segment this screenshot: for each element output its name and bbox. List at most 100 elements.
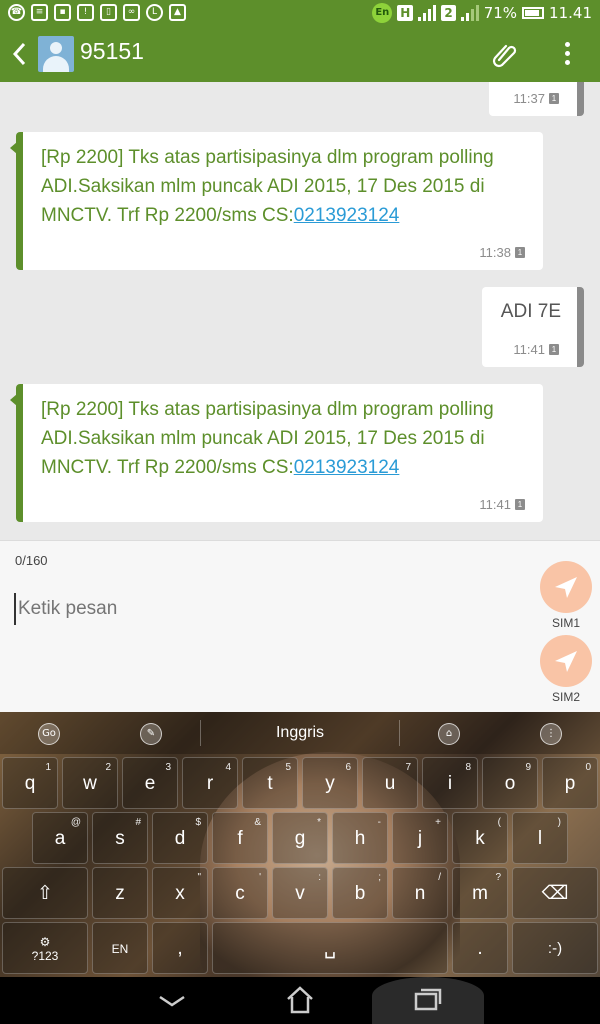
- sim1-icon: 1: [515, 247, 525, 258]
- key-a[interactable]: a @: [32, 812, 88, 864]
- key-hint: 6: [345, 762, 351, 773]
- phone-link[interactable]: 0213923124: [294, 457, 400, 478]
- send-icon: [555, 577, 577, 598]
- key-hint: ;: [378, 872, 381, 883]
- back-arrow-icon[interactable]: [10, 40, 30, 68]
- key-o[interactable]: o9: [482, 757, 538, 809]
- key-hint: *: [317, 817, 321, 828]
- file-icon: ▯: [100, 4, 117, 21]
- warning-icon: !: [77, 4, 94, 21]
- message-meta: 11:38 1: [479, 245, 525, 260]
- message-time: 11:38: [479, 245, 511, 260]
- key-hint: -: [377, 817, 381, 828]
- message-bubble-out[interactable]: 11:37 1: [489, 82, 584, 116]
- message-text: [Rp 2200] Tks atas partisipasinya dlm pr…: [41, 147, 494, 226]
- bbm-icon: ∞: [123, 4, 140, 21]
- contact-name[interactable]: 95151: [80, 38, 144, 65]
- key-v[interactable]: v:: [272, 867, 328, 919]
- key-hint: &: [254, 817, 261, 828]
- back-nav-icon[interactable]: [152, 985, 192, 1015]
- message-bubble-in[interactable]: [Rp 2200] Tks atas partisipasinya dlm pr…: [10, 384, 543, 522]
- battery-icon: [522, 7, 545, 19]
- message-time: 11:41: [513, 342, 545, 357]
- contact-avatar[interactable]: [38, 36, 74, 72]
- battery-percent: 71%: [483, 4, 518, 22]
- key-q[interactable]: q1: [2, 757, 58, 809]
- key-hint: ?: [495, 872, 501, 883]
- key-u[interactable]: u7: [362, 757, 418, 809]
- message-time: 11:41: [479, 497, 511, 512]
- shift-key[interactable]: ⇧: [2, 867, 88, 919]
- key-hint: +: [435, 817, 441, 828]
- key-hint: 9: [525, 762, 531, 773]
- key-i[interactable]: i8: [422, 757, 478, 809]
- emoji-key[interactable]: :-): [512, 922, 598, 974]
- key-p[interactable]: p0: [542, 757, 598, 809]
- key-hint: 0: [585, 762, 591, 773]
- message-text: [Rp 2200] Tks atas partisipasinya dlm pr…: [41, 399, 494, 478]
- key-t[interactable]: t5: [242, 757, 298, 809]
- backspace-key[interactable]: ⌫: [512, 867, 598, 919]
- image-icon: ▲: [169, 4, 186, 21]
- symbols-key[interactable]: ⚙ ?123: [2, 922, 88, 974]
- key-hint: 3: [165, 762, 171, 773]
- home-key-icon[interactable]: ⌂: [438, 723, 460, 745]
- key-hint: 7: [405, 762, 411, 773]
- key-b[interactable]: b;: [332, 867, 388, 919]
- key-hint: 5: [285, 762, 291, 773]
- signal-sim1-icon: [418, 5, 437, 21]
- message-meta: 11:41 1: [479, 497, 525, 512]
- send-sim2-button[interactable]: [540, 635, 592, 687]
- message-bubble-out[interactable]: ADI 7E 11:41 1: [482, 287, 584, 367]
- key-n[interactable]: n /: [392, 867, 448, 919]
- home-nav-icon[interactable]: [280, 985, 320, 1015]
- language-key[interactable]: EN: [92, 922, 148, 974]
- keyboard-toolbar: Go ✎ Inggris ⌂ ⋮: [0, 712, 600, 754]
- navigation-bar: [0, 977, 600, 1024]
- key-hint: (: [497, 817, 501, 828]
- sim-card-icon: ▪: [54, 4, 71, 21]
- phone-link[interactable]: 0213923124: [294, 205, 400, 226]
- clock: 11.41: [549, 4, 592, 22]
- recent-apps-icon[interactable]: [408, 985, 448, 1015]
- message-bubble-in[interactable]: [Rp 2200] Tks atas partisipasinya dlm pr…: [10, 132, 543, 270]
- sim1-icon: 1: [549, 344, 559, 355]
- sim1-icon: 1: [549, 93, 559, 104]
- key-z[interactable]: z: [92, 867, 148, 919]
- overflow-menu-icon[interactable]: [560, 40, 574, 68]
- handwriting-icon[interactable]: ✎: [140, 723, 162, 745]
- message-input[interactable]: [14, 593, 514, 625]
- sms-icon: ≡: [31, 4, 48, 21]
- key-hint: ": [197, 872, 201, 883]
- key-hint: #: [135, 817, 141, 828]
- signal-sim2-icon: [460, 5, 479, 21]
- message-text: ADI 7E: [500, 301, 561, 322]
- key-s[interactable]: s #: [92, 812, 148, 864]
- key-hint: 4: [225, 762, 231, 773]
- send-icon: [555, 651, 577, 672]
- key-r[interactable]: r4: [182, 757, 238, 809]
- period-key[interactable]: .: [452, 922, 508, 974]
- sim1-label: SIM1: [551, 616, 580, 630]
- message-time: 11:37: [513, 91, 545, 106]
- key-y[interactable]: y6: [302, 757, 358, 809]
- comma-key[interactable]: ,: [152, 922, 208, 974]
- send-sim1-button[interactable]: [540, 561, 592, 613]
- key-c[interactable]: c ': [212, 867, 268, 919]
- message-meta: 11:37 1: [513, 91, 559, 106]
- sim-indicator: 2: [441, 5, 456, 21]
- conversation[interactable]: 11:37 1 [Rp 2200] Tks atas partisipasiny…: [0, 82, 600, 540]
- keyboard: Go ✎ Inggris ⌂ ⋮ q 1 w 2 e 3 r 4 t 5 y 6 u 7 i 8 o 9 p 0 a @ s…: [0, 712, 600, 977]
- notification-icons: ☎ ≡ ▪ ! ▯ ∞ L ▲: [8, 4, 186, 21]
- h-network-icon: H: [397, 5, 414, 21]
- keyboard-grid-icon[interactable]: ⋮: [540, 723, 562, 745]
- space-key[interactable]: ␣: [212, 922, 448, 974]
- paperclip-icon[interactable]: [490, 40, 518, 68]
- key-hint: @: [70, 817, 81, 828]
- key-x[interactable]: x ": [152, 867, 208, 919]
- key-e[interactable]: e3: [122, 757, 178, 809]
- key-m[interactable]: m?: [452, 867, 508, 919]
- message-meta: 11:41 1: [513, 342, 559, 357]
- key-l[interactable]: l): [512, 812, 568, 864]
- key-hint: 1: [45, 762, 51, 773]
